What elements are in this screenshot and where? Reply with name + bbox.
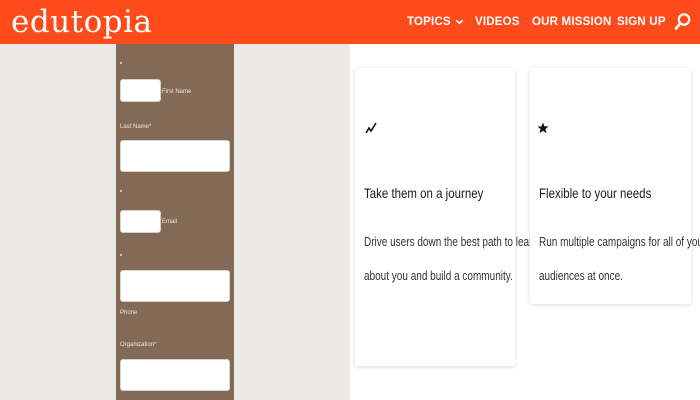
- feature-card-journey: Take them on a journey Drive users down …: [355, 68, 564, 366]
- phone-label: Phone: [120, 310, 138, 316]
- required-dot: [120, 62, 122, 64]
- chevron-down-icon: [455, 19, 464, 24]
- card-body-line: audiences at once.: [539, 269, 623, 283]
- card-body-line: about you and build a community.: [364, 269, 513, 283]
- required-dot: [120, 254, 122, 256]
- first-name-label: First Name: [162, 89, 192, 95]
- organization-field[interactable]: [120, 359, 230, 391]
- first-name-field[interactable]: [120, 79, 161, 102]
- trend-icon: [365, 122, 377, 134]
- top-navigation-bar: edutopia TOPICS VIDEOS OUR MISSION SIGN …: [0, 0, 700, 44]
- nav-sign-up[interactable]: SIGN UP: [617, 0, 666, 44]
- card-title: Flexible to your needs: [539, 185, 652, 201]
- card-title: Take them on a journey: [364, 185, 484, 201]
- last-name-label: Last Name*: [120, 124, 152, 130]
- email-label: Email: [162, 219, 178, 225]
- nav-our-mission[interactable]: OUR MISSION: [532, 0, 612, 44]
- organization-label: Organization*: [120, 342, 157, 348]
- edutopia-logo[interactable]: edutopia: [11, 3, 153, 41]
- email-field[interactable]: [120, 210, 161, 233]
- nav-topics[interactable]: TOPICS: [407, 0, 464, 44]
- nav-topics-label: TOPICS: [407, 16, 451, 28]
- required-dot: [120, 190, 122, 192]
- search-icon[interactable]: [674, 12, 692, 32]
- feature-card-flexible: Flexible to your needs Run multiple camp…: [530, 68, 700, 304]
- star-icon: [537, 122, 549, 134]
- card-body-line: Run multiple campaigns for all of your t…: [539, 235, 700, 249]
- nav-videos[interactable]: VIDEOS: [475, 0, 520, 44]
- phone-field[interactable]: [120, 270, 230, 302]
- last-name-field[interactable]: [120, 140, 230, 172]
